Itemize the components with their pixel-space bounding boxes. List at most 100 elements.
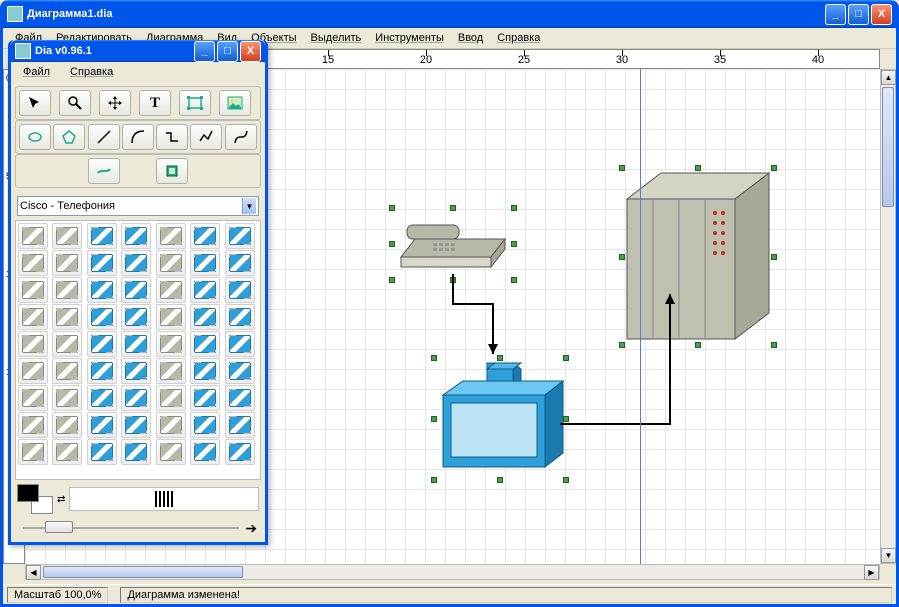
library-shape[interactable] xyxy=(156,439,186,465)
tool-line2[interactable] xyxy=(88,158,120,184)
library-shape[interactable] xyxy=(87,358,117,384)
swap-colors-icon[interactable]: ⇄ xyxy=(57,494,65,505)
tool-line[interactable] xyxy=(88,124,120,150)
toolbox-minimize-button[interactable]: _ xyxy=(194,41,215,62)
tool-polyline[interactable] xyxy=(190,124,222,150)
library-shape[interactable] xyxy=(225,439,255,465)
main-titlebar[interactable]: Диаграмма1.dia _ □ X xyxy=(3,0,896,28)
library-shape[interactable] xyxy=(87,412,117,438)
tool-pointer[interactable] xyxy=(19,90,51,116)
library-shape[interactable] xyxy=(121,331,151,357)
library-shape[interactable] xyxy=(87,385,117,411)
library-shape[interactable] xyxy=(156,304,186,330)
library-shape[interactable] xyxy=(225,223,255,249)
menu-select[interactable]: Выделить xyxy=(305,30,368,46)
library-shape[interactable] xyxy=(18,223,48,249)
line-width-slider[interactable]: ➔ xyxy=(17,520,259,536)
menu-help[interactable]: Справка xyxy=(491,30,546,46)
library-shape[interactable] xyxy=(190,358,220,384)
tool-bezier2[interactable] xyxy=(156,158,188,184)
library-shape[interactable] xyxy=(18,304,48,330)
library-shape[interactable] xyxy=(225,331,255,357)
chevron-down-icon[interactable]: ▼ xyxy=(242,198,256,214)
library-shape[interactable] xyxy=(52,223,82,249)
scroll-down-button[interactable]: ▼ xyxy=(881,548,896,563)
library-shape[interactable] xyxy=(225,277,255,303)
toolbox-menu-help[interactable]: Справка xyxy=(64,64,119,80)
library-shape[interactable] xyxy=(121,412,151,438)
library-shape[interactable] xyxy=(52,439,82,465)
library-shape[interactable] xyxy=(52,385,82,411)
connector-phone-tv[interactable] xyxy=(445,274,505,364)
horizontal-scrollbar[interactable]: ◀ ▶ xyxy=(25,564,880,580)
library-shape[interactable] xyxy=(225,250,255,276)
tool-ellipse[interactable] xyxy=(19,124,51,150)
library-shape[interactable] xyxy=(121,385,151,411)
library-shape[interactable] xyxy=(190,331,220,357)
library-shape[interactable] xyxy=(87,304,117,330)
toolbox-menu-file[interactable]: Файл xyxy=(17,64,56,80)
library-shape[interactable] xyxy=(87,223,117,249)
library-shape[interactable] xyxy=(121,358,151,384)
tool-arc[interactable] xyxy=(122,124,154,150)
library-shape[interactable] xyxy=(52,250,82,276)
shape-phone[interactable] xyxy=(393,209,513,279)
library-shape[interactable] xyxy=(18,250,48,276)
library-shape[interactable] xyxy=(18,277,48,303)
foreground-color-swatch[interactable] xyxy=(17,484,39,502)
tool-text[interactable]: T xyxy=(139,90,171,116)
tool-image[interactable] xyxy=(219,90,251,116)
library-shape[interactable] xyxy=(18,358,48,384)
connector-tv-pbx[interactable] xyxy=(560,294,690,434)
tool-scroll[interactable] xyxy=(99,90,131,116)
toolbox-close-button[interactable]: X xyxy=(240,41,261,62)
library-shape[interactable] xyxy=(52,331,82,357)
library-shape[interactable] xyxy=(18,385,48,411)
library-shape[interactable] xyxy=(52,304,82,330)
library-shape[interactable] xyxy=(121,277,151,303)
library-shape[interactable] xyxy=(156,277,186,303)
library-shape[interactable] xyxy=(18,439,48,465)
library-shape[interactable] xyxy=(121,250,151,276)
tool-zigzag[interactable] xyxy=(156,124,188,150)
vertical-scrollbar[interactable]: ▲ ▼ xyxy=(880,69,896,564)
library-shape[interactable] xyxy=(18,412,48,438)
library-shape[interactable] xyxy=(190,250,220,276)
library-shape[interactable] xyxy=(52,277,82,303)
library-shape[interactable] xyxy=(52,412,82,438)
library-shape[interactable] xyxy=(87,250,117,276)
library-shape[interactable] xyxy=(121,223,151,249)
scroll-right-button[interactable]: ▶ xyxy=(864,565,879,580)
tool-magnify[interactable] xyxy=(59,90,91,116)
library-shape[interactable] xyxy=(121,439,151,465)
library-shape[interactable] xyxy=(121,304,151,330)
scroll-left-button[interactable]: ◀ xyxy=(26,565,41,580)
tool-polygon[interactable] xyxy=(53,124,85,150)
line-style-preview[interactable] xyxy=(69,487,259,511)
shapes-library[interactable] xyxy=(15,220,261,480)
library-shape[interactable] xyxy=(225,412,255,438)
fg-bg-colors[interactable] xyxy=(17,484,53,514)
toolbox-window[interactable]: Dia v0.96.1 _ □ X Файл Справка T xyxy=(8,40,268,545)
library-shape[interactable] xyxy=(156,331,186,357)
library-shape[interactable] xyxy=(190,223,220,249)
library-shape[interactable] xyxy=(87,331,117,357)
library-shape[interactable] xyxy=(52,358,82,384)
library-shape[interactable] xyxy=(87,439,117,465)
library-shape[interactable] xyxy=(156,250,186,276)
library-shape[interactable] xyxy=(225,304,255,330)
tool-box[interactable] xyxy=(179,90,211,116)
library-shape[interactable] xyxy=(87,277,117,303)
minimize-button[interactable]: _ xyxy=(825,4,846,25)
library-shape[interactable] xyxy=(190,304,220,330)
toolbox-titlebar[interactable]: Dia v0.96.1 _ □ X xyxy=(11,40,265,62)
library-shape[interactable] xyxy=(225,358,255,384)
library-shape[interactable] xyxy=(190,412,220,438)
slider-thumb[interactable] xyxy=(45,521,73,533)
library-shape[interactable] xyxy=(156,223,186,249)
library-shape[interactable] xyxy=(190,277,220,303)
library-shape[interactable] xyxy=(156,358,186,384)
menu-tools[interactable]: Инструменты xyxy=(369,30,450,46)
library-shape[interactable] xyxy=(225,385,255,411)
scroll-up-button[interactable]: ▲ xyxy=(881,70,896,85)
